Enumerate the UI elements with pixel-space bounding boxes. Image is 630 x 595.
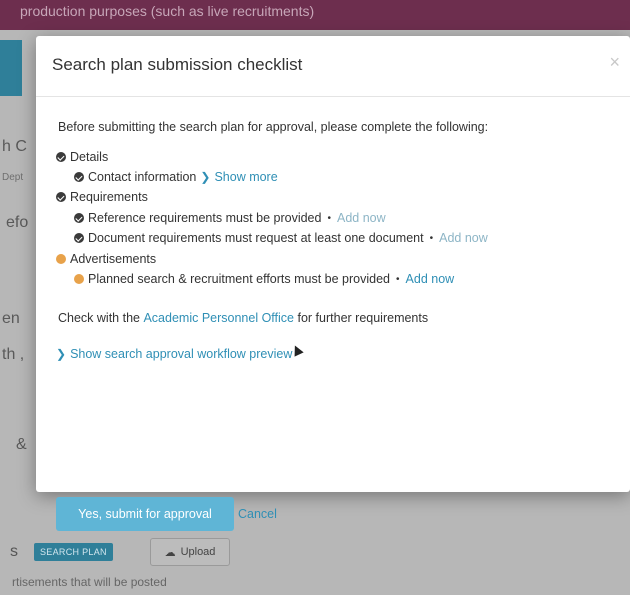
background-text-fragment: Dept <box>2 172 24 183</box>
check-circle-icon <box>56 192 66 202</box>
office-note-pre: Check with the <box>58 311 140 325</box>
search-plan-badge: SEARCH PLAN <box>34 543 113 561</box>
background-sidebar-strip <box>0 40 22 96</box>
bullet-separator: • <box>396 273 400 285</box>
background-text-fragment: s <box>10 543 18 560</box>
chevron-right-icon: ❯ <box>200 170 211 184</box>
modal-footer-actions: Yes, submit for approval Cancel <box>56 497 277 531</box>
section-label: Advertisements <box>70 252 157 266</box>
warning-dot-icon <box>56 254 66 264</box>
office-note-post: for further requirements <box>297 311 429 325</box>
section-label: Details <box>70 150 109 164</box>
check-circle-icon <box>74 172 84 182</box>
background-text-fragment: en <box>2 310 20 327</box>
office-note: Check with the Academic Personnel Office… <box>58 311 428 325</box>
checklist-section-requirements: Requirements <box>56 190 148 204</box>
background-text-fragment: efo <box>6 214 29 231</box>
add-document-link[interactable]: Add now <box>439 231 488 245</box>
checklist-item-reference: Reference requirements must be provided … <box>74 211 386 225</box>
add-reference-link[interactable]: Add now <box>337 211 386 225</box>
checklist-item-contact: Contact information ❯ Show more <box>74 170 278 184</box>
modal-title: Search plan submission checklist <box>52 55 303 74</box>
checklist-section-details: Details <box>56 150 108 164</box>
warning-dot-icon <box>74 274 84 284</box>
upload-label: Upload <box>180 546 216 558</box>
section-label: Requirements <box>70 190 148 204</box>
background-text-fragment: & <box>16 436 27 453</box>
item-label: Planned search & recruitment efforts mus… <box>88 272 391 286</box>
upload-icon: ☁ <box>164 546 176 559</box>
intro-text: Before submitting the search plan for ap… <box>58 120 489 134</box>
bullet-separator: • <box>429 232 434 244</box>
modal-header: Search plan submission checklist × <box>36 36 630 97</box>
check-circle-icon <box>56 152 66 162</box>
workflow-preview-toggle[interactable]: ❯ Show search approval workflow preview <box>56 347 292 361</box>
background-text-fragment: th , <box>2 346 25 363</box>
background-text-fragment: h C <box>2 138 27 155</box>
show-more-link[interactable]: Show more <box>214 170 277 184</box>
close-icon[interactable]: × <box>609 52 620 73</box>
check-circle-icon <box>74 233 84 243</box>
checklist-section-advertisements: Advertisements <box>56 252 156 266</box>
submission-checklist-modal: Search plan submission checklist × Befor… <box>36 36 630 531</box>
checklist-item-document: Document requirements must request at le… <box>74 231 488 245</box>
submit-for-approval-button[interactable]: Yes, submit for approval <box>56 497 234 531</box>
cancel-button[interactable]: Cancel <box>238 507 277 521</box>
background-footer-text: rtisements that will be posted <box>12 575 167 589</box>
workflow-preview-link[interactable]: Show search approval workflow preview <box>70 347 292 361</box>
item-label: Document requirements must request at le… <box>88 231 424 245</box>
academic-personnel-office-link[interactable]: Academic Personnel Office <box>143 311 294 325</box>
upload-button[interactable]: ☁ Upload <box>150 538 230 566</box>
background-toolbar-row: s SEARCH PLAN ☁ Upload <box>0 535 630 569</box>
check-circle-icon <box>74 213 84 223</box>
item-label: Reference requirements must be provided <box>88 211 322 225</box>
chevron-right-icon: ❯ <box>56 347 67 361</box>
bullet-separator: • <box>327 212 331 224</box>
item-label: Contact information <box>88 170 197 184</box>
add-planned-efforts-link[interactable]: Add now <box>406 272 455 286</box>
background-banner: production purposes (such as live recrui… <box>0 0 630 30</box>
checklist-item-planned: Planned search & recruitment efforts mus… <box>74 272 454 286</box>
